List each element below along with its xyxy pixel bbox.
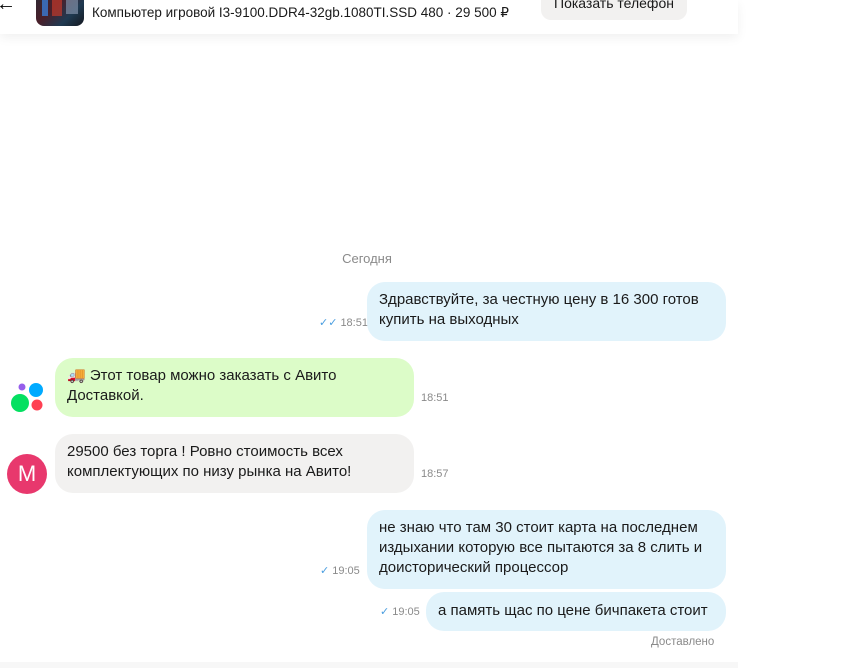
message-text: Здравствуйте, за честную цену в 16 300 г… [379, 291, 699, 328]
check-icon: ✓ [320, 565, 330, 577]
message-time: 18:51 [421, 392, 449, 404]
listing-title[interactable]: Компьютер игровой I3-9100.DDR4-32gb.1080… [92, 5, 509, 21]
message-time: 19:05 [332, 565, 360, 577]
outgoing-message[interactable]: не знаю что там 30 стоит карта на послед… [367, 510, 726, 589]
check-icon: ✓ [380, 606, 390, 618]
message-time: 18:57 [421, 468, 449, 480]
outgoing-message[interactable]: Здравствуйте, за честную цену в 16 300 г… [367, 282, 726, 341]
incoming-message[interactable]: 29500 без торга ! Ровно стоимость всех к… [55, 434, 414, 493]
back-arrow-icon[interactable]: ← [0, 0, 16, 14]
message-text: не знаю что там 30 стоит карта на послед… [379, 519, 703, 576]
message-text: 🚚 Этот товар можно заказать с Авито Дост… [67, 367, 337, 404]
outgoing-message[interactable]: а память щас по цене бичпакета стоит [426, 592, 726, 631]
composer-edge [0, 662, 738, 668]
message-time: 19:05 [392, 606, 420, 618]
message-time: 18:51 [340, 317, 368, 329]
chat-header: ← Компьютер игровой I3-9100.DDR4-32gb.10… [0, 0, 738, 34]
delivery-promo-message[interactable]: 🚚 Этот товар можно заказать с Авито Дост… [55, 358, 414, 417]
delivered-status: Доставлено [651, 636, 715, 648]
message-meta: ✓ 19:05 [380, 605, 420, 618]
show-phone-button[interactable]: Показать телефон [541, 0, 687, 20]
double-check-icon: ✓✓ [319, 317, 338, 329]
seller-avatar[interactable]: М [7, 454, 47, 494]
avito-logo-icon [11, 383, 43, 412]
message-text: 29500 без торга ! Ровно стоимость всех к… [67, 443, 352, 480]
message-text: а память щас по цене бичпакета стоит [438, 602, 708, 619]
date-separator: Сегодня [342, 251, 392, 266]
message-meta: ✓✓ 18:51 [319, 316, 368, 329]
listing-thumbnail[interactable] [36, 0, 84, 26]
message-meta: ✓ 19:05 [320, 564, 360, 577]
more-options-icon[interactable]: ··· [704, 0, 724, 8]
